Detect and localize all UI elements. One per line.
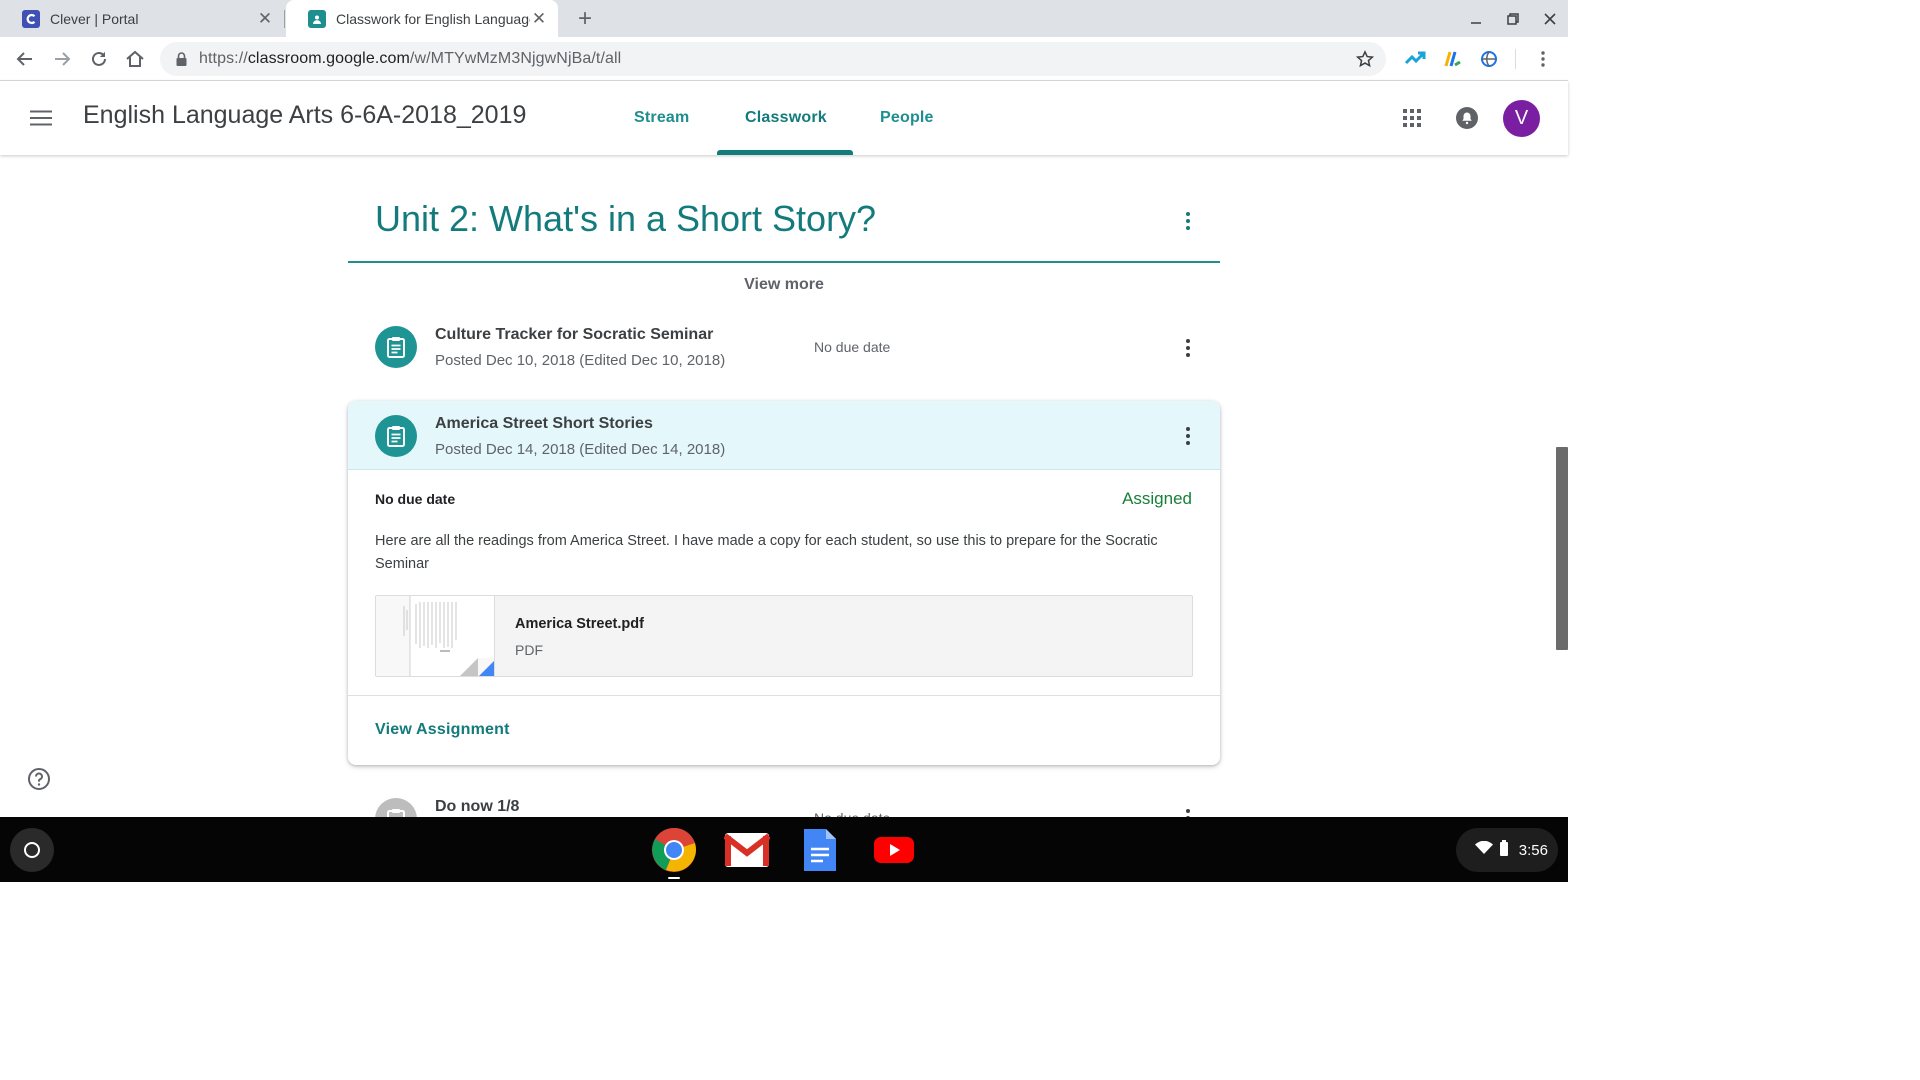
status-badge: Assigned: [1122, 489, 1192, 508]
scrollbar-thumb[interactable]: [1556, 447, 1568, 650]
apps-grid-icon[interactable]: [1397, 103, 1427, 133]
browser-menu-icon[interactable]: [1531, 47, 1555, 71]
tab-title: Clever | Portal: [50, 10, 139, 27]
card-divider: [348, 695, 1220, 696]
url-host: classroom.google.com: [247, 50, 410, 67]
extension-globe-icon[interactable]: [1477, 47, 1501, 71]
tab-people[interactable]: People: [880, 81, 934, 155]
class-title[interactable]: English Language Arts 6-6A-2018_2019: [83, 101, 526, 130]
close-window-icon[interactable]: [1539, 8, 1561, 30]
launcher-icon[interactable]: [10, 828, 54, 872]
tab-close-icon[interactable]: ✕: [256, 9, 274, 28]
extension-swap-icon[interactable]: [1403, 47, 1427, 71]
battery-icon: [1499, 839, 1509, 861]
classroom-header: English Language Arts 6-6A-2018_2019 Str…: [0, 81, 1568, 155]
expanded-assignment-card: America Street Short Stories Posted Dec …: [348, 401, 1220, 765]
reload-icon[interactable]: [85, 45, 113, 73]
chrome-icon[interactable]: [650, 826, 698, 874]
tab-classwork[interactable]: Classwork for English Language ✕: [286, 0, 558, 37]
forward-icon[interactable]: [48, 45, 76, 73]
extension-highlighter-icon[interactable]: [1440, 47, 1464, 71]
clock: 3:56: [1518, 841, 1548, 859]
tab-stream[interactable]: Stream: [634, 81, 689, 155]
avatar[interactable]: V: [1503, 100, 1540, 137]
browser-toolbar: https://classroom.google.com/w/MTYwMzM3N…: [0, 37, 1568, 81]
youtube-icon[interactable]: [870, 826, 918, 874]
more-options-icon[interactable]: [1176, 421, 1200, 451]
assignment-icon: [375, 415, 417, 457]
restore-icon[interactable]: [1502, 8, 1524, 30]
view-assignment-link[interactable]: View Assignment: [375, 721, 510, 739]
attachment-pdf[interactable]: America Street.pdf PDF: [375, 595, 1193, 677]
toolbar-divider: [1515, 49, 1516, 69]
url-text: https://classroom.google.com/w/MTYwMzM3N…: [199, 50, 621, 68]
url-path: /w/MTYwMzM3NjgwNjBa/t/all: [409, 50, 622, 67]
card-header[interactable]: [348, 401, 1220, 470]
browser-tab-strip: Clever | Portal ✕ Classwork for English …: [0, 0, 1568, 37]
wifi-icon: [1474, 840, 1493, 860]
url-prefix: https://: [199, 50, 248, 67]
new-tab-button[interactable]: +: [572, 5, 598, 32]
bookmark-star-icon[interactable]: [1354, 48, 1376, 70]
due-date-label: No due date: [375, 491, 456, 507]
assignment-title[interactable]: Culture Tracker for Socratic Seminar: [435, 326, 713, 344]
tab-classwork[interactable]: Classwork: [745, 81, 827, 155]
attachment-name: America Street.pdf: [515, 616, 644, 632]
classroom-favicon-icon: [308, 9, 326, 28]
back-icon[interactable]: [11, 45, 39, 73]
assignment-icon: [375, 326, 417, 368]
more-options-icon[interactable]: [1176, 333, 1200, 363]
topic-more-options-icon[interactable]: [1176, 206, 1200, 236]
assignment-posted-date: Posted Dec 14, 2018 (Edited Dec 14, 2018…: [435, 441, 726, 458]
system-tray[interactable]: 3:56: [1456, 828, 1558, 872]
assignment-due-date: No due date: [814, 339, 891, 355]
minimize-icon[interactable]: [1465, 8, 1487, 30]
active-tab-indicator: [717, 150, 853, 155]
home-icon[interactable]: [121, 45, 149, 73]
assignment-title[interactable]: Do now 1/8: [435, 798, 519, 816]
topic-divider: [348, 261, 1220, 263]
running-indicator: [668, 877, 680, 879]
tab-close-icon[interactable]: ✕: [530, 9, 548, 28]
hamburger-menu-icon[interactable]: [26, 103, 56, 133]
assignment-title[interactable]: America Street Short Stories: [435, 415, 653, 433]
topic-title: Unit 2: What's in a Short Story?: [375, 198, 877, 239]
view-more-link[interactable]: View more: [348, 276, 1220, 294]
address-bar[interactable]: https://classroom.google.com/w/MTYwMzM3N…: [160, 42, 1386, 76]
assignment-description: Here are all the readings from America S…: [375, 533, 1158, 572]
tab-divider: [284, 10, 285, 28]
lock-icon: [174, 52, 188, 66]
clever-favicon-icon: [22, 9, 40, 28]
docs-icon[interactable]: [796, 826, 844, 874]
gmail-icon[interactable]: [723, 826, 771, 874]
attachment-type: PDF: [515, 642, 543, 658]
pdf-thumbnail: [376, 596, 495, 676]
tab-title: Classwork for English Language: [336, 10, 530, 27]
notifications-bell-icon[interactable]: [1452, 103, 1482, 133]
os-shelf: 3:56: [0, 817, 1568, 882]
help-icon[interactable]: [27, 767, 51, 791]
tab-clever-portal[interactable]: Clever | Portal ✕: [0, 0, 284, 37]
assignment-posted-date: Posted Dec 10, 2018 (Edited Dec 10, 2018…: [435, 352, 726, 369]
